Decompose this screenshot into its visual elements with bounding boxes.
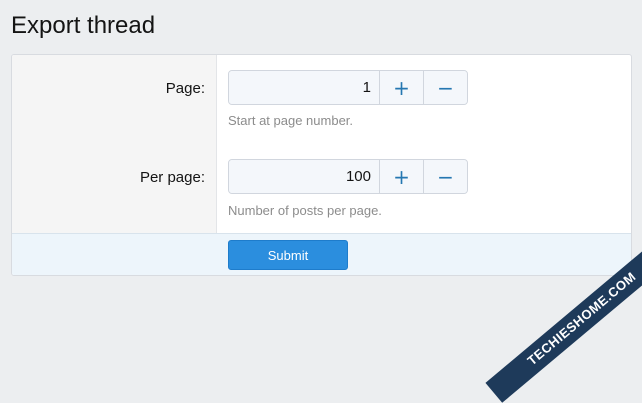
page-title: Export thread bbox=[11, 12, 156, 39]
per-page-decrement-button[interactable]: − bbox=[423, 160, 467, 193]
per-page-hint: Number of posts per page. bbox=[228, 203, 382, 218]
submit-button[interactable]: Submit bbox=[228, 240, 348, 270]
per-page-label: Per page: bbox=[139, 169, 205, 186]
page-decrement-button[interactable]: − bbox=[423, 71, 467, 104]
page-increment-button[interactable]: + bbox=[379, 71, 423, 104]
page-stepper: + − bbox=[228, 70, 468, 105]
per-page-increment-button[interactable]: + bbox=[379, 160, 423, 193]
page-input[interactable] bbox=[229, 71, 379, 104]
export-thread-form: Page: + − Start at page number. Per page… bbox=[11, 54, 632, 276]
minus-icon: − bbox=[437, 75, 454, 100]
plus-icon: + bbox=[393, 75, 410, 100]
page-hint: Start at page number. bbox=[228, 113, 354, 128]
plus-icon: + bbox=[393, 164, 410, 189]
per-page-input[interactable] bbox=[229, 160, 379, 193]
minus-icon: − bbox=[437, 164, 454, 189]
per-page-stepper: + − bbox=[228, 159, 468, 194]
form-footer: Submit bbox=[12, 233, 631, 275]
page-label: Page: bbox=[165, 80, 205, 97]
